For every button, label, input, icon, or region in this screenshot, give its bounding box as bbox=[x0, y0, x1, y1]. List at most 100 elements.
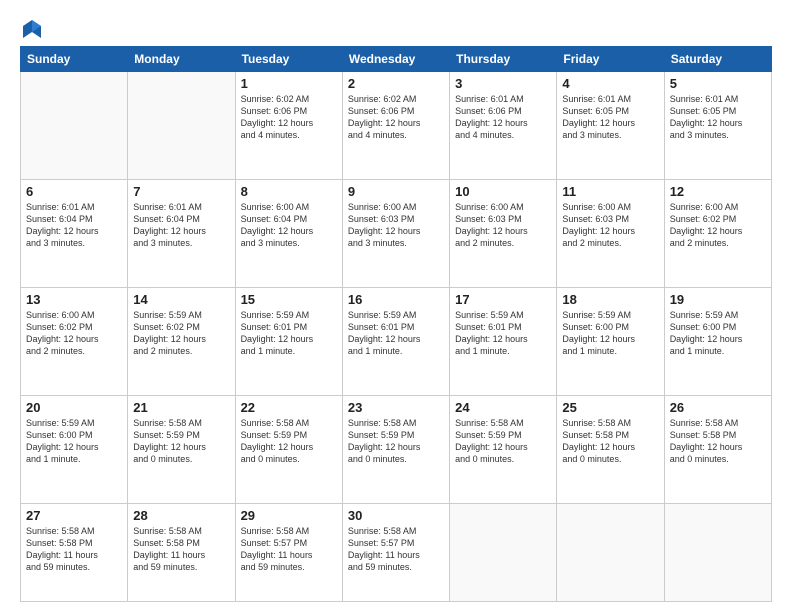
calendar-cell: 27 Sunrise: 5:58 AM Sunset: 5:58 PM Dayli… bbox=[21, 503, 128, 601]
calendar-cell: 26 Sunrise: 5:58 AM Sunset: 5:58 PM Dayli… bbox=[664, 395, 771, 503]
calendar-cell: 29 Sunrise: 5:58 AM Sunset: 5:57 PM Dayli… bbox=[235, 503, 342, 601]
day-number: 15 bbox=[241, 292, 337, 307]
day-number: 24 bbox=[455, 400, 551, 415]
day-info: Sunrise: 6:00 AM Sunset: 6:03 PM Dayligh… bbox=[562, 201, 658, 250]
col-header-friday: Friday bbox=[557, 47, 664, 72]
day-info: Sunrise: 5:58 AM Sunset: 5:57 PM Dayligh… bbox=[348, 525, 444, 574]
day-info: Sunrise: 6:01 AM Sunset: 6:04 PM Dayligh… bbox=[133, 201, 229, 250]
day-number: 2 bbox=[348, 76, 444, 91]
col-header-wednesday: Wednesday bbox=[342, 47, 449, 72]
day-number: 17 bbox=[455, 292, 551, 307]
day-number: 8 bbox=[241, 184, 337, 199]
day-number: 27 bbox=[26, 508, 122, 523]
calendar-cell bbox=[128, 72, 235, 180]
day-info: Sunrise: 6:02 AM Sunset: 6:06 PM Dayligh… bbox=[348, 93, 444, 142]
logo-text bbox=[20, 18, 43, 40]
calendar-cell: 15 Sunrise: 5:59 AM Sunset: 6:01 PM Dayli… bbox=[235, 287, 342, 395]
day-info: Sunrise: 6:01 AM Sunset: 6:05 PM Dayligh… bbox=[670, 93, 766, 142]
calendar-cell bbox=[450, 503, 557, 601]
day-number: 29 bbox=[241, 508, 337, 523]
day-info: Sunrise: 5:59 AM Sunset: 6:00 PM Dayligh… bbox=[562, 309, 658, 358]
day-info: Sunrise: 6:01 AM Sunset: 6:05 PM Dayligh… bbox=[562, 93, 658, 142]
day-number: 14 bbox=[133, 292, 229, 307]
day-number: 19 bbox=[670, 292, 766, 307]
calendar-cell: 22 Sunrise: 5:58 AM Sunset: 5:59 PM Dayli… bbox=[235, 395, 342, 503]
day-info: Sunrise: 5:58 AM Sunset: 5:59 PM Dayligh… bbox=[348, 417, 444, 466]
day-info: Sunrise: 5:58 AM Sunset: 5:58 PM Dayligh… bbox=[133, 525, 229, 574]
calendar-cell: 6 Sunrise: 6:01 AM Sunset: 6:04 PM Daylig… bbox=[21, 179, 128, 287]
week-row-4: 20Sunrise: 5:59 AM Sunset: 6:00 PM Dayli… bbox=[21, 395, 772, 503]
day-number: 28 bbox=[133, 508, 229, 523]
page: SundayMondayTuesdayWednesdayThursdayFrid… bbox=[0, 0, 792, 612]
calendar-cell: 10Sunrise: 6:00 AM Sunset: 6:03 PM Dayli… bbox=[450, 179, 557, 287]
day-info: Sunrise: 5:58 AM Sunset: 5:58 PM Dayligh… bbox=[562, 417, 658, 466]
day-info: Sunrise: 5:58 AM Sunset: 5:58 PM Dayligh… bbox=[26, 525, 122, 574]
day-number: 26 bbox=[670, 400, 766, 415]
day-number: 4 bbox=[562, 76, 658, 91]
calendar-cell: 3 Sunrise: 6:01 AM Sunset: 6:06 PM Daylig… bbox=[450, 72, 557, 180]
day-number: 1 bbox=[241, 76, 337, 91]
day-number: 30 bbox=[348, 508, 444, 523]
day-info: Sunrise: 5:59 AM Sunset: 6:01 PM Dayligh… bbox=[455, 309, 551, 358]
day-info: Sunrise: 6:00 AM Sunset: 6:03 PM Dayligh… bbox=[455, 201, 551, 250]
day-number: 20 bbox=[26, 400, 122, 415]
day-number: 23 bbox=[348, 400, 444, 415]
calendar-cell bbox=[664, 503, 771, 601]
calendar-cell: 20Sunrise: 5:59 AM Sunset: 6:00 PM Dayli… bbox=[21, 395, 128, 503]
calendar-cell: 18Sunrise: 5:59 AM Sunset: 6:00 PM Dayli… bbox=[557, 287, 664, 395]
day-info: Sunrise: 5:58 AM Sunset: 5:57 PM Dayligh… bbox=[241, 525, 337, 574]
day-number: 6 bbox=[26, 184, 122, 199]
day-info: Sunrise: 6:01 AM Sunset: 6:04 PM Dayligh… bbox=[26, 201, 122, 250]
header bbox=[20, 18, 772, 36]
col-header-saturday: Saturday bbox=[664, 47, 771, 72]
day-number: 9 bbox=[348, 184, 444, 199]
day-info: Sunrise: 5:58 AM Sunset: 5:58 PM Dayligh… bbox=[670, 417, 766, 466]
calendar-cell bbox=[557, 503, 664, 601]
calendar-cell: 9Sunrise: 6:00 AM Sunset: 6:03 PM Daylig… bbox=[342, 179, 449, 287]
calendar-cell: 11Sunrise: 6:00 AM Sunset: 6:03 PM Dayli… bbox=[557, 179, 664, 287]
calendar-cell: 5 Sunrise: 6:01 AM Sunset: 6:05 PM Daylig… bbox=[664, 72, 771, 180]
calendar-cell: 1Sunrise: 6:02 AM Sunset: 6:06 PM Daylig… bbox=[235, 72, 342, 180]
week-row-5: 27 Sunrise: 5:58 AM Sunset: 5:58 PM Dayli… bbox=[21, 503, 772, 601]
calendar-cell: 8 Sunrise: 6:00 AM Sunset: 6:04 PM Daylig… bbox=[235, 179, 342, 287]
day-number: 25 bbox=[562, 400, 658, 415]
calendar-cell: 21Sunrise: 5:58 AM Sunset: 5:59 PM Dayli… bbox=[128, 395, 235, 503]
day-info: Sunrise: 6:00 AM Sunset: 6:02 PM Dayligh… bbox=[670, 201, 766, 250]
calendar-cell: 7 Sunrise: 6:01 AM Sunset: 6:04 PM Daylig… bbox=[128, 179, 235, 287]
calendar-cell: 12 Sunrise: 6:00 AM Sunset: 6:02 PM Dayli… bbox=[664, 179, 771, 287]
day-number: 5 bbox=[670, 76, 766, 91]
day-number: 3 bbox=[455, 76, 551, 91]
calendar-cell: 14Sunrise: 5:59 AM Sunset: 6:02 PM Dayli… bbox=[128, 287, 235, 395]
calendar-table: SundayMondayTuesdayWednesdayThursdayFrid… bbox=[20, 46, 772, 602]
calendar-cell: 25 Sunrise: 5:58 AM Sunset: 5:58 PM Dayli… bbox=[557, 395, 664, 503]
day-info: Sunrise: 5:58 AM Sunset: 5:59 PM Dayligh… bbox=[241, 417, 337, 466]
day-info: Sunrise: 6:01 AM Sunset: 6:06 PM Dayligh… bbox=[455, 93, 551, 142]
day-info: Sunrise: 6:00 AM Sunset: 6:04 PM Dayligh… bbox=[241, 201, 337, 250]
calendar-header-row: SundayMondayTuesdayWednesdayThursdayFrid… bbox=[21, 47, 772, 72]
day-number: 7 bbox=[133, 184, 229, 199]
day-info: Sunrise: 5:59 AM Sunset: 6:01 PM Dayligh… bbox=[241, 309, 337, 358]
calendar-cell: 16 Sunrise: 5:59 AM Sunset: 6:01 PM Dayli… bbox=[342, 287, 449, 395]
col-header-tuesday: Tuesday bbox=[235, 47, 342, 72]
day-number: 22 bbox=[241, 400, 337, 415]
week-row-1: 1 Sunrise: 6:02 AM Sunset: 6:06 PM Daylig… bbox=[21, 72, 772, 180]
day-number: 12 bbox=[670, 184, 766, 199]
day-info: Sunrise: 5:58 AM Sunset: 5:59 PM Dayligh… bbox=[455, 417, 551, 466]
calendar-cell bbox=[21, 72, 128, 180]
logo bbox=[20, 18, 43, 36]
calendar-cell: 2 Sunrise: 6:02 AM Sunset: 6:06 PM Daylig… bbox=[342, 72, 449, 180]
week-row-2: 6 Sunrise: 6:01 AM Sunset: 6:04 PM Daylig… bbox=[21, 179, 772, 287]
calendar-cell: 4 Sunrise: 6:01 AM Sunset: 6:05 PM Daylig… bbox=[557, 72, 664, 180]
day-number: 16 bbox=[348, 292, 444, 307]
day-info: Sunrise: 5:59 AM Sunset: 6:01 PM Dayligh… bbox=[348, 309, 444, 358]
day-info: Sunrise: 5:58 AM Sunset: 5:59 PM Dayligh… bbox=[133, 417, 229, 466]
col-header-sunday: Sunday bbox=[21, 47, 128, 72]
col-header-thursday: Thursday bbox=[450, 47, 557, 72]
day-number: 13 bbox=[26, 292, 122, 307]
calendar-cell: 30 Sunrise: 5:58 AM Sunset: 5:57 PM Dayli… bbox=[342, 503, 449, 601]
logo-icon bbox=[21, 18, 43, 40]
day-info: Sunrise: 5:59 AM Sunset: 6:00 PM Dayligh… bbox=[670, 309, 766, 358]
week-row-3: 13Sunrise: 6:00 AM Sunset: 6:02 PM Dayli… bbox=[21, 287, 772, 395]
calendar-cell: 23 Sunrise: 5:58 AM Sunset: 5:59 PM Dayli… bbox=[342, 395, 449, 503]
calendar-cell: 28 Sunrise: 5:58 AM Sunset: 5:58 PM Dayli… bbox=[128, 503, 235, 601]
